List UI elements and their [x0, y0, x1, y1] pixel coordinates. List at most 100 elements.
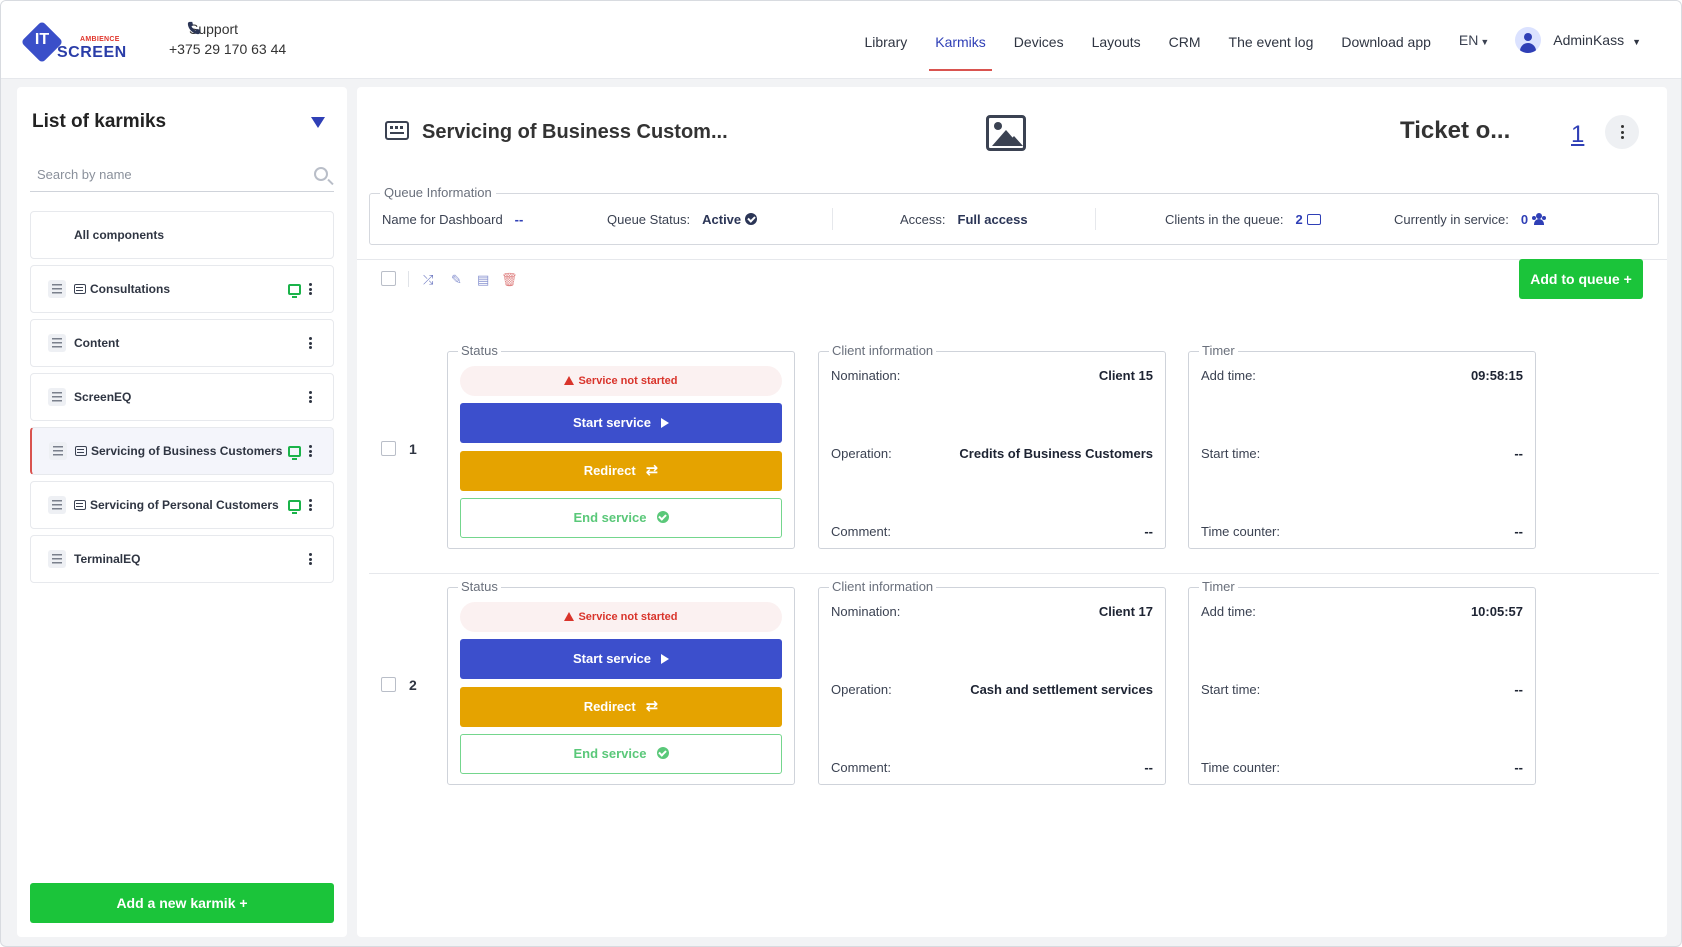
trash-icon[interactable]: 🗑 — [501, 273, 518, 286]
warning-icon — [564, 376, 575, 385]
start-time-field: Start time: -- — [1201, 446, 1523, 461]
karmik-sidebar: List of karmiks All components Consultat… — [17, 87, 347, 937]
edit-icon[interactable]: ✎ — [451, 273, 462, 286]
end-service-button[interactable]: End service — [460, 498, 782, 538]
queue-status-field: Queue Status: Active — [607, 212, 758, 227]
itscreen-logo[interactable]: IT AMBIENCE SCREEN — [20, 20, 126, 64]
top-header: IT AMBIENCE SCREEN Support +375 29 170 6… — [1, 1, 1681, 79]
row-checkbox[interactable] — [381, 441, 396, 456]
ticket-number-link[interactable]: 1 — [1571, 121, 1584, 149]
search-input[interactable] — [30, 159, 300, 189]
chevron-down-icon: ▼ — [1632, 37, 1641, 47]
redirect-button[interactable]: Redirect ⇄ — [460, 451, 782, 491]
monitor-online-icon — [288, 445, 301, 460]
avatar[interactable] — [1515, 27, 1542, 53]
shuffle-icon[interactable]: ⤮ — [423, 273, 433, 286]
add-karmik-button[interactable]: Add a new karmik + — [30, 883, 334, 923]
list-icon — [48, 388, 66, 406]
nav-event-log[interactable]: The event log — [1229, 1, 1314, 79]
queue-screen-icon — [74, 284, 86, 294]
sidebar-item-label: All components — [74, 228, 165, 242]
document-icon[interactable]: ▤ — [477, 273, 489, 286]
end-service-button[interactable]: End service — [460, 734, 782, 774]
sidebar-item-consultations[interactable]: Consultations — [30, 265, 334, 313]
timer-panel: Timer Add time: 09:58:15 Start time: -- Ti… — [1188, 343, 1536, 549]
sidebar-title: List of karmiks — [32, 111, 167, 132]
divider — [408, 271, 409, 287]
filter-icon[interactable] — [311, 117, 325, 128]
nav-download-app[interactable]: Download app — [1341, 1, 1431, 79]
sidebar-item-all-components[interactable]: All components — [30, 211, 334, 259]
comment-field: Comment: -- — [831, 524, 1153, 539]
divider — [369, 573, 1659, 574]
more-options-icon[interactable] — [309, 336, 313, 351]
timer-legend: Timer — [1199, 579, 1238, 594]
sidebar-item-label: Servicing of Personal Customers — [90, 498, 279, 512]
sidebar-item-personal-customers[interactable]: Servicing of Personal Customers — [30, 481, 334, 529]
more-options-icon[interactable] — [309, 282, 313, 297]
people-icon — [1532, 213, 1546, 225]
access-field: Access: Full access — [900, 212, 1028, 227]
row-number: 2 — [409, 677, 417, 693]
queue-screen-icon — [74, 500, 86, 510]
operation-field: Operation: Cash and settlement services — [831, 682, 1153, 697]
list-icon — [48, 280, 66, 298]
queue-screen-icon — [1306, 214, 1321, 225]
language-select[interactable]: EN ▼ — [1459, 32, 1489, 48]
more-options-icon[interactable] — [309, 390, 313, 405]
nav-layouts[interactable]: Layouts — [1092, 1, 1141, 79]
more-options-icon[interactable] — [1605, 115, 1639, 149]
sidebar-item-terminaleq[interactable]: TerminalEQ — [30, 535, 334, 583]
check-circle-icon — [745, 213, 758, 225]
client-info-panel: Client information Nomination: Client 15 … — [818, 343, 1166, 549]
start-service-button[interactable]: Start service — [460, 639, 782, 679]
start-service-button[interactable]: Start service — [460, 403, 782, 443]
status-panel: Status Service not started Start service… — [447, 579, 795, 785]
row-checkbox[interactable] — [381, 677, 396, 692]
client-info-panel: Client information Nomination: Client 17 … — [818, 579, 1166, 785]
swap-arrows-icon: ⇄ — [645, 698, 659, 715]
user-menu[interactable]: AdminKass ▼ — [1553, 32, 1641, 48]
sidebar-item-business-customers[interactable]: Servicing of Business Customers — [30, 427, 334, 475]
support-block: Support +375 29 170 63 44 — [169, 21, 286, 57]
ticket-label: Ticket o... — [1400, 117, 1511, 144]
page-title: Servicing of Business Custom... — [422, 121, 728, 143]
select-all-checkbox[interactable] — [381, 271, 396, 286]
list-icon — [48, 334, 66, 352]
app-window: IT AMBIENCE SCREEN Support +375 29 170 6… — [0, 0, 1682, 947]
operation-field: Operation: Credits of Business Customers — [831, 446, 1153, 461]
more-options-icon[interactable] — [309, 498, 313, 513]
language-value: EN — [1458, 32, 1479, 48]
divider — [832, 208, 833, 230]
queue-info-legend: Queue Information — [380, 185, 496, 200]
redirect-button[interactable]: Redirect ⇄ — [460, 687, 782, 727]
nav-crm[interactable]: CRM — [1169, 1, 1201, 79]
nav-devices[interactable]: Devices — [1014, 1, 1064, 79]
more-options-icon[interactable] — [309, 444, 313, 459]
list-icon — [48, 550, 66, 568]
more-options-icon[interactable] — [309, 552, 313, 567]
username: AdminKass — [1553, 32, 1625, 48]
search-icon[interactable] — [314, 167, 328, 181]
play-icon — [661, 654, 670, 664]
add-time-field: Add time: 09:58:15 — [1201, 368, 1523, 383]
sidebar-item-content[interactable]: Content — [30, 319, 334, 367]
sidebar-item-label: Consultations — [90, 282, 170, 296]
in-service-field: Currently in service: 0 — [1394, 212, 1546, 227]
divider — [357, 259, 1667, 260]
queue-screen-icon — [75, 446, 87, 456]
nav-library[interactable]: Library — [864, 1, 907, 79]
karmik-detail-panel: Servicing of Business Custom... Ticket o… — [357, 87, 1667, 937]
nomination-field: Nomination: Client 17 — [831, 604, 1153, 619]
search-box — [30, 159, 334, 192]
dashboard-name-field: Name for Dashboard -- — [382, 212, 524, 227]
sidebar-item-screeneq[interactable]: ScreenEQ — [30, 373, 334, 421]
support-label: Support — [189, 21, 239, 37]
monitor-online-icon — [288, 283, 301, 298]
add-to-queue-button[interactable]: Add to queue + — [1519, 259, 1643, 299]
sidebar-item-label: Servicing of Business Customers — [91, 444, 283, 458]
swap-arrows-icon: ⇄ — [645, 462, 659, 479]
support-phone[interactable]: +375 29 170 63 44 — [169, 41, 286, 57]
nav-karmiks[interactable]: Karmiks — [929, 1, 992, 79]
image-icon[interactable] — [986, 115, 1026, 151]
